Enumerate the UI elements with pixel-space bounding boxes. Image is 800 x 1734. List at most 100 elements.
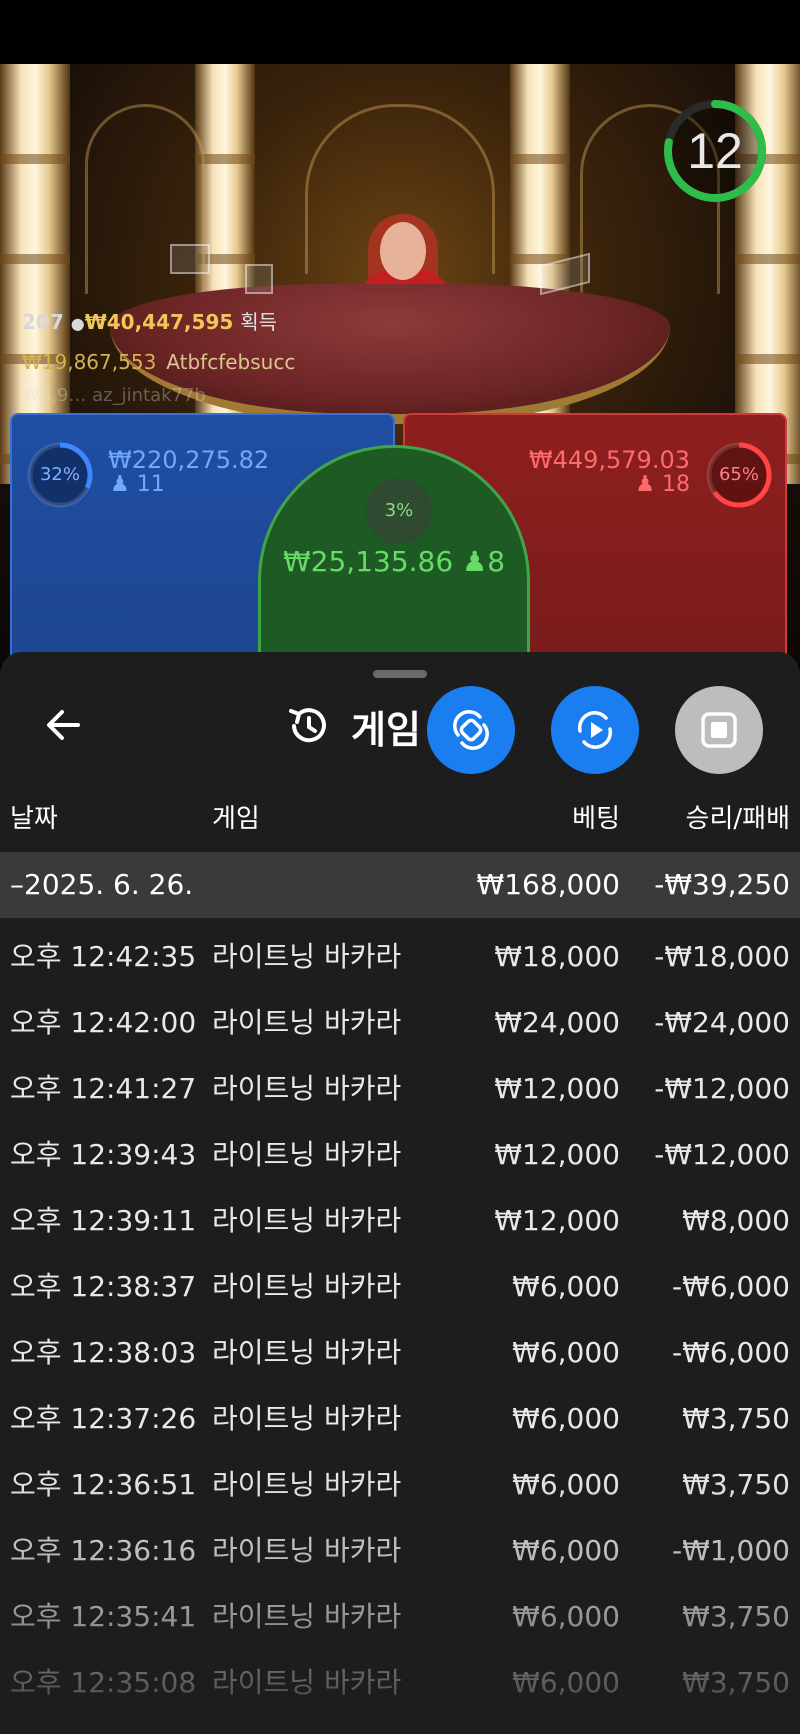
row-game: 라이트닝 바카라 bbox=[212, 1006, 402, 1039]
player-percent-ring: 32% bbox=[25, 440, 95, 510]
history-rows: 오후 12:42:35 라이트닝 바카라 ₩18,000 -₩18,000 오후… bbox=[0, 924, 800, 1716]
arrow-left-icon bbox=[47, 710, 80, 740]
person-icon: ♟ bbox=[635, 472, 655, 497]
player-count: ♟ 11 bbox=[110, 472, 165, 497]
table-row[interactable]: 오후 12:38:03 라이트닝 바카라 ₩6,000 -₩6,000 bbox=[0, 1320, 800, 1386]
row-bet: ₩6,000 bbox=[512, 1336, 620, 1369]
swap-rotate-icon bbox=[453, 710, 489, 750]
row-game: 라이트닝 바카라 bbox=[212, 1204, 402, 1237]
rotate-play-icon bbox=[577, 711, 613, 749]
table-row[interactable]: 오후 12:35:08 라이트닝 바카라 ₩6,000 ₩3,750 bbox=[0, 1650, 800, 1716]
faded-winner: ₩8,9… az_jintak77b bbox=[22, 385, 206, 406]
row-result: ₩3,750 bbox=[682, 1402, 790, 1435]
row-time: 오후 12:37:26 bbox=[10, 1402, 197, 1435]
column-date: 날짜 bbox=[10, 804, 58, 834]
banker-count: ♟ 18 bbox=[635, 472, 690, 497]
row-result: -₩6,000 bbox=[672, 1270, 790, 1303]
column-bet: 베팅 bbox=[572, 804, 620, 834]
row-time: 오후 12:35:08 bbox=[10, 1666, 197, 1699]
row-game: 라이트닝 바카라 bbox=[212, 1666, 402, 1699]
column-result: 승리/패배 bbox=[685, 804, 790, 834]
table-row[interactable]: 오후 12:35:41 라이트닝 바카라 ₩6,000 ₩3,750 bbox=[0, 1584, 800, 1650]
date-group-row[interactable]: –2025. 6. 26. ₩168,000 -₩39,250 bbox=[0, 852, 800, 918]
row-bet: ₩6,000 bbox=[512, 1468, 620, 1501]
game-history-sheet: 게임 날짜 게임 베팅 승리/패배 –2025. 6. 26. ₩168,000… bbox=[0, 652, 800, 1734]
row-result: -₩24,000 bbox=[654, 1006, 790, 1039]
group-result-total: -₩39,250 bbox=[654, 868, 790, 901]
card-holder bbox=[245, 264, 273, 294]
row-time: 오후 12:42:35 bbox=[10, 940, 197, 973]
table-row[interactable]: 오후 12:39:11 라이트닝 바카라 ₩12,000 ₩8,000 bbox=[0, 1188, 800, 1254]
row-game: 라이트닝 바카라 bbox=[212, 1336, 402, 1369]
row-game: 라이트닝 바카라 bbox=[212, 1600, 402, 1633]
page-title: 게임 bbox=[351, 707, 421, 752]
table-row[interactable]: 오후 12:42:00 라이트닝 바카라 ₩24,000 -₩24,000 bbox=[0, 990, 800, 1056]
card-shoe bbox=[170, 244, 210, 274]
group-date: –2025. 6. 26. bbox=[10, 868, 194, 901]
row-game: 라이트닝 바카라 bbox=[212, 1072, 402, 1105]
row-bet: ₩12,000 bbox=[494, 1204, 620, 1237]
person-icon: ♟ bbox=[110, 472, 130, 497]
person-icon: ● bbox=[70, 314, 85, 333]
tie-percent: 3% bbox=[366, 478, 432, 544]
top-winner-amount: ₩19,867,553 bbox=[22, 350, 157, 374]
person-icon: ♟ bbox=[462, 545, 488, 578]
row-game: 라이트닝 바카라 bbox=[212, 1270, 402, 1303]
tie-amount: ₩25,135.86 bbox=[282, 545, 454, 578]
players-count: 207 bbox=[22, 310, 64, 334]
stop-icon bbox=[701, 712, 737, 748]
row-game: 라이트닝 바카라 bbox=[212, 1402, 402, 1435]
row-result: -₩18,000 bbox=[654, 940, 790, 973]
row-time: 오후 12:39:43 bbox=[10, 1138, 197, 1171]
stop-button[interactable] bbox=[675, 686, 763, 774]
column-game: 게임 bbox=[212, 804, 260, 834]
tie-count: 8 bbox=[487, 545, 506, 578]
player-count-value: 11 bbox=[136, 472, 165, 497]
player-amount: ₩220,275.82 bbox=[108, 446, 270, 474]
row-game: 라이트닝 바카라 bbox=[212, 1138, 402, 1171]
rotate-play-button[interactable] bbox=[551, 686, 639, 774]
row-result: ₩3,750 bbox=[682, 1468, 790, 1501]
row-time: 오후 12:39:11 bbox=[10, 1204, 197, 1237]
row-result: -₩12,000 bbox=[654, 1072, 790, 1105]
back-button[interactable] bbox=[38, 698, 92, 752]
total-won-amount: ₩40,447,595 bbox=[84, 310, 234, 334]
countdown-timer: 12 bbox=[662, 98, 768, 204]
swap-rotate-button[interactable] bbox=[427, 686, 515, 774]
table-row[interactable]: 오후 12:39:43 라이트닝 바카라 ₩12,000 -₩12,000 bbox=[0, 1122, 800, 1188]
row-time: 오후 12:38:37 bbox=[10, 1270, 197, 1303]
row-bet: ₩6,000 bbox=[512, 1600, 620, 1633]
row-time: 오후 12:42:00 bbox=[10, 1006, 197, 1039]
table-row[interactable]: 오후 12:36:16 라이트닝 바카라 ₩6,000 -₩1,000 bbox=[0, 1518, 800, 1584]
row-game: 라이트닝 바카라 bbox=[212, 940, 402, 973]
timer-value: 12 bbox=[687, 123, 743, 179]
row-result: -₩1,000 bbox=[672, 1534, 790, 1567]
row-time: 오후 12:35:41 bbox=[10, 1600, 197, 1633]
table-row[interactable]: 오후 12:37:26 라이트닝 바카라 ₩6,000 ₩3,750 bbox=[0, 1386, 800, 1452]
row-result: -₩12,000 bbox=[654, 1138, 790, 1171]
top-winner-name: Atbfcfebsucc bbox=[166, 350, 296, 374]
player-percent: 32% bbox=[39, 464, 80, 485]
won-label: 획득 bbox=[240, 310, 278, 334]
row-bet: ₩6,000 bbox=[512, 1666, 620, 1699]
top-winner: ₩19,867,553 Atbfcfebsucc bbox=[22, 350, 295, 374]
sheet-title: 게임 bbox=[285, 696, 421, 756]
dealer-face bbox=[380, 222, 426, 280]
table-row[interactable]: 오후 12:38:37 라이트닝 바카라 ₩6,000 -₩6,000 bbox=[0, 1254, 800, 1320]
row-result: ₩3,750 bbox=[682, 1600, 790, 1633]
table-row[interactable]: 오후 12:36:51 라이트닝 바카라 ₩6,000 ₩3,750 bbox=[0, 1452, 800, 1518]
drag-handle[interactable] bbox=[373, 670, 427, 678]
row-result: -₩6,000 bbox=[672, 1336, 790, 1369]
banker-percent-ring: 65% bbox=[704, 440, 774, 510]
banker-amount: ₩449,579.03 bbox=[528, 446, 690, 474]
row-time: 오후 12:41:27 bbox=[10, 1072, 197, 1105]
table-row[interactable]: 오후 12:42:35 라이트닝 바카라 ₩18,000 -₩18,000 bbox=[0, 924, 800, 990]
row-game: 라이트닝 바카라 bbox=[212, 1468, 402, 1501]
row-bet: ₩12,000 bbox=[494, 1138, 620, 1171]
row-time: 오후 12:36:51 bbox=[10, 1468, 197, 1501]
row-bet: ₩6,000 bbox=[512, 1402, 620, 1435]
row-bet: ₩18,000 bbox=[494, 940, 620, 973]
table-row[interactable]: 오후 12:41:27 라이트닝 바카라 ₩12,000 -₩12,000 bbox=[0, 1056, 800, 1122]
row-bet: ₩6,000 bbox=[512, 1534, 620, 1567]
row-bet: ₩24,000 bbox=[494, 1006, 620, 1039]
